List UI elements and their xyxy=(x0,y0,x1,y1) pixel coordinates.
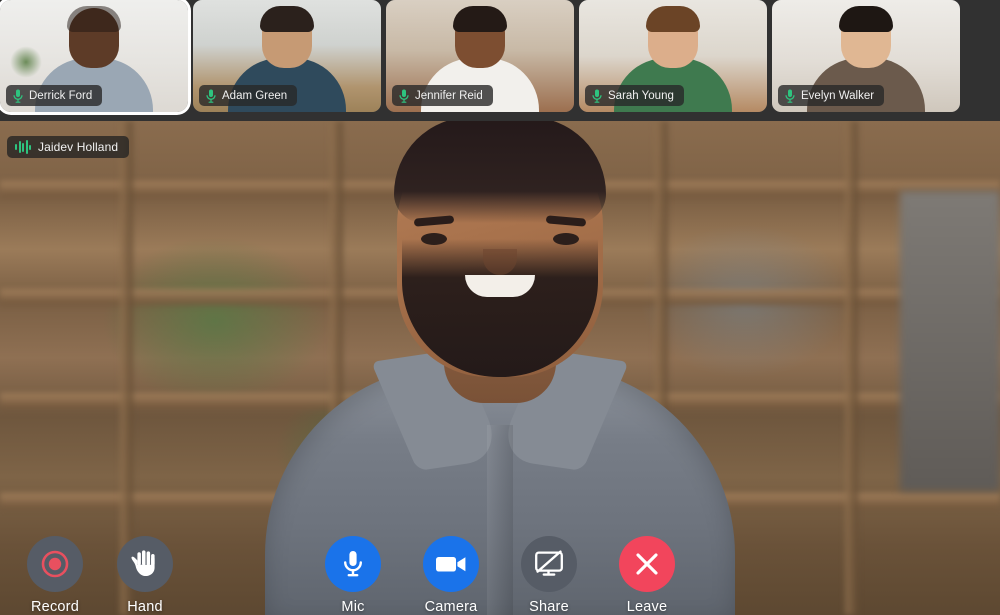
call-control-bar: Record Hand Mic Camera Share Leave xyxy=(0,505,1000,615)
raise-hand-button[interactable]: Hand xyxy=(108,536,182,615)
participant-thumbnail-jennifer-reid[interactable]: Jennifer Reid xyxy=(386,0,574,112)
raise-hand-button-circle xyxy=(117,536,173,592)
camera-button-circle xyxy=(423,536,479,592)
participant-thumbnail-strip: Derrick Ford Adam Green Jennifer Reid Sa… xyxy=(0,0,1000,121)
background-wall-panel xyxy=(900,191,1000,491)
record-button-circle xyxy=(27,536,83,592)
participant-name-badge: Derrick Ford xyxy=(6,85,103,106)
person-mouth xyxy=(465,275,535,297)
microphone-icon xyxy=(592,89,602,103)
share-screen-button-label: Share xyxy=(529,599,569,615)
leave-call-button-circle xyxy=(619,536,675,592)
participant-name: Jennifer Reid xyxy=(415,89,483,102)
share-screen-button-circle xyxy=(521,536,577,592)
microphone-icon xyxy=(785,89,795,103)
mic-button-label: Mic xyxy=(341,599,365,615)
waveform-icon xyxy=(15,140,31,154)
call-control-group-left: Record Hand xyxy=(18,536,182,615)
participant-name: Derrick Ford xyxy=(29,89,93,102)
participant-name-badge: Adam Green xyxy=(199,85,298,106)
record-icon xyxy=(41,550,69,578)
participant-name: Sarah Young xyxy=(608,89,674,102)
person-eye-right xyxy=(553,233,579,245)
raise-hand-icon xyxy=(131,550,155,577)
participant-thumbnail-derrick-ford[interactable]: Derrick Ford xyxy=(0,0,188,112)
participant-name: Evelyn Walker xyxy=(801,89,875,102)
participant-name-badge: Sarah Young xyxy=(585,85,684,106)
video-camera-icon xyxy=(436,557,466,572)
raise-hand-button-label: Hand xyxy=(127,599,163,615)
participant-thumbnail-evelyn-walker[interactable]: Evelyn Walker xyxy=(772,0,960,112)
participant-thumbnail-adam-green[interactable]: Adam Green xyxy=(193,0,381,112)
record-button[interactable]: Record xyxy=(18,536,92,615)
microphone-icon xyxy=(206,89,216,103)
mic-button[interactable]: Mic xyxy=(316,536,390,615)
camera-button-label: Camera xyxy=(424,599,478,615)
microphone-icon xyxy=(399,89,409,103)
share-screen-button[interactable]: Share xyxy=(512,536,586,615)
microphone-icon xyxy=(344,551,362,577)
record-button-label: Record xyxy=(31,599,79,615)
person-eye-left xyxy=(421,233,447,245)
close-x-icon xyxy=(636,553,658,575)
call-control-group-center: Mic Camera Share Leave xyxy=(316,536,684,615)
active-speaker-name: Jaidev Holland xyxy=(38,140,119,154)
microphone-icon xyxy=(13,89,23,103)
leave-call-button[interactable]: Leave xyxy=(610,536,684,615)
leave-call-button-label: Leave xyxy=(626,599,668,615)
participant-thumbnail-sarah-young[interactable]: Sarah Young xyxy=(579,0,767,112)
person-hair xyxy=(394,121,606,223)
participant-name-badge: Jennifer Reid xyxy=(392,85,493,106)
participant-name-badge: Evelyn Walker xyxy=(778,85,885,106)
camera-button[interactable]: Camera xyxy=(414,536,488,615)
participant-name: Adam Green xyxy=(222,89,288,102)
screen-share-off-icon xyxy=(535,550,563,576)
mic-button-circle xyxy=(325,536,381,592)
video-conference-window: Jaidev Holland Derrick Ford Adam Green J… xyxy=(0,0,1000,615)
active-speaker-name-badge: Jaidev Holland xyxy=(7,136,130,158)
